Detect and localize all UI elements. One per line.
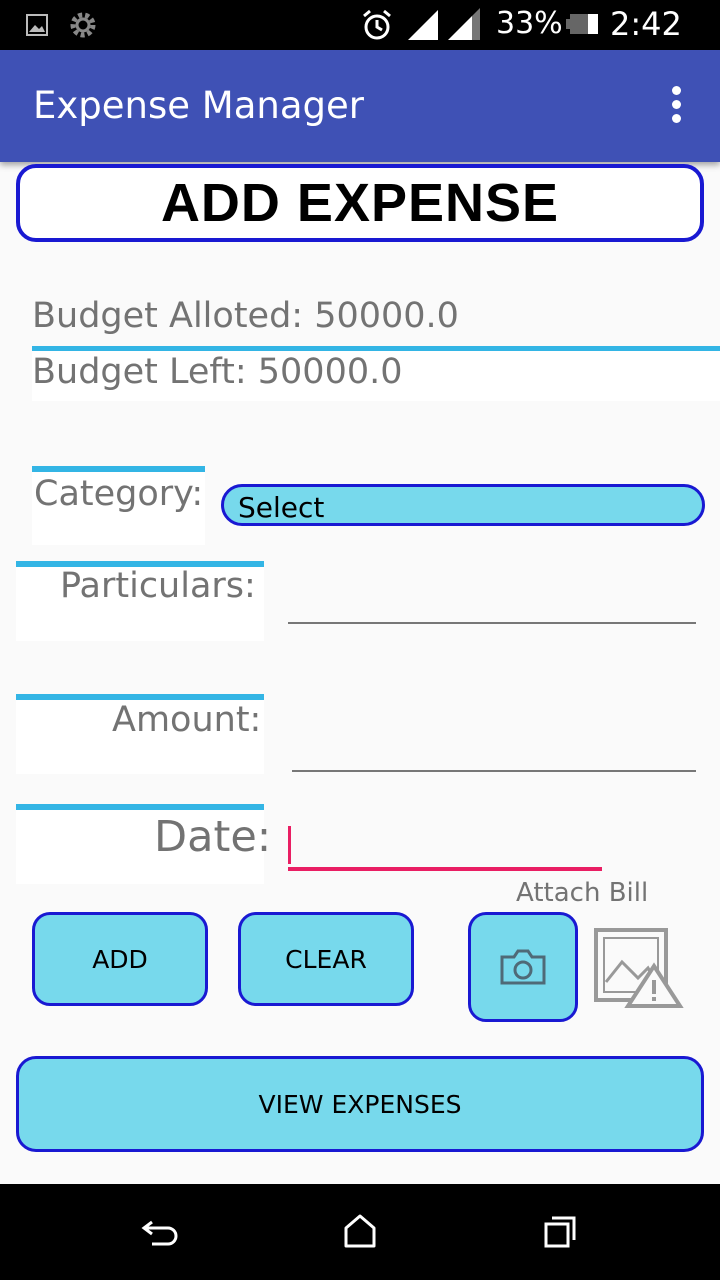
amount-label: Amount: [112,700,262,740]
clock-time: 2:42 [610,5,682,43]
date-input-cursor [288,826,291,864]
battery-icon [566,14,598,34]
app-bar: Expense Manager [0,50,720,162]
view-expenses-button[interactable]: VIEW EXPENSES [16,1056,704,1152]
settings-gear-icon [70,12,96,38]
page-title: ADD EXPENSE [160,173,560,233]
home-icon[interactable] [342,1212,378,1250]
date-label: Date: [154,812,272,862]
app-title: Expense Manager [33,84,364,127]
image-notification-icon [26,14,48,36]
camera-icon [500,949,546,985]
category-select-value: Select [238,491,325,524]
battery-percent: 33% [496,6,563,41]
category-select[interactable]: Select [221,484,705,526]
budget-alloted: Budget Alloted: 50000.0 [32,296,459,336]
more-vert-icon[interactable] [666,86,686,126]
signal-strength-icon [408,10,438,40]
category-label: Category: [34,474,204,514]
attach-bill-label: Attach Bill [516,878,649,908]
camera-button[interactable] [468,912,578,1022]
status-bar: 33% 2:42 pm [0,0,720,79]
budget-left: Budget Left: 50000.0 [32,352,403,392]
date-input[interactable] [288,867,602,871]
amount-input[interactable] [292,770,696,772]
particulars-input[interactable] [288,622,696,624]
add-button[interactable]: ADD [32,912,208,1006]
signal-strength-icon-2 [448,8,480,40]
clear-button[interactable]: CLEAR [238,912,414,1006]
broken-image-icon [594,928,684,1008]
particulars-label: Particulars: [60,566,256,606]
alarm-icon [363,9,391,40]
recents-icon[interactable] [542,1214,578,1250]
add-expense-header: ADD EXPENSE [16,164,704,242]
back-icon[interactable] [140,1212,180,1252]
